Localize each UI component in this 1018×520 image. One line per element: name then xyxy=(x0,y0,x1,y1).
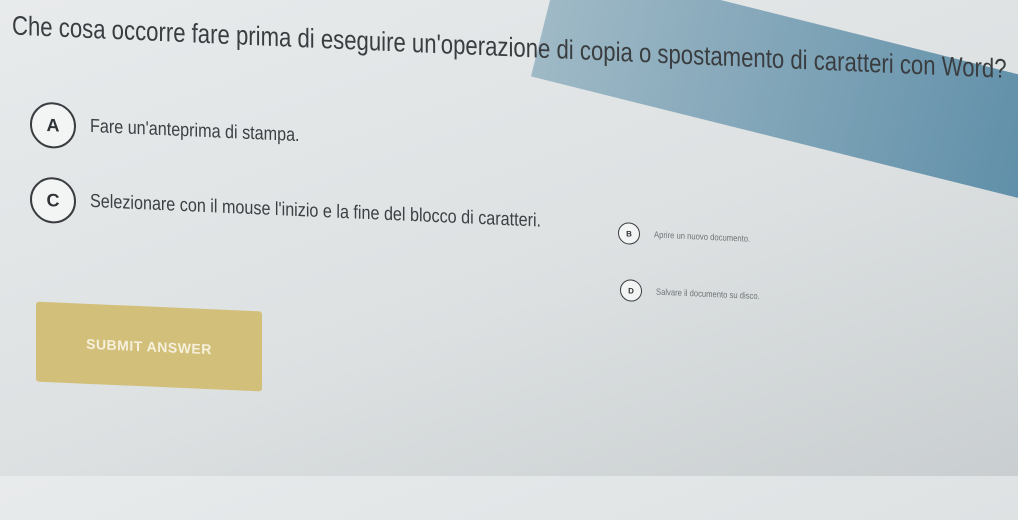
quiz-page: Che cosa occorre fare prima di eseguire … xyxy=(0,0,1018,520)
option-c-text: Selezionare con il mouse l'inizio e la f… xyxy=(90,190,542,232)
option-d-text: Salvare il documento su disco. xyxy=(656,286,760,302)
option-b-text: Aprire un nuovo documento. xyxy=(654,229,751,244)
submit-answer-button[interactable]: SUBMIT ANSWER xyxy=(36,301,262,392)
option-a[interactable]: A Fare un'anteprima di stampa. xyxy=(30,101,337,160)
question-text: Che cosa occorre fare prima di eseguire … xyxy=(12,10,1007,84)
option-c[interactable]: C Selezionare con il mouse l'inizio e la… xyxy=(30,176,621,248)
option-d-letter: D xyxy=(620,279,642,303)
option-b[interactable]: B Aprire un nuovo documento. xyxy=(618,221,767,251)
option-a-text: Fare un'anteprima di stampa. xyxy=(90,115,300,147)
option-d[interactable]: D Salvare il documento su disco. xyxy=(620,279,778,308)
option-b-letter: B xyxy=(618,221,640,245)
option-c-letter: C xyxy=(30,176,76,225)
option-a-letter: A xyxy=(30,101,76,150)
